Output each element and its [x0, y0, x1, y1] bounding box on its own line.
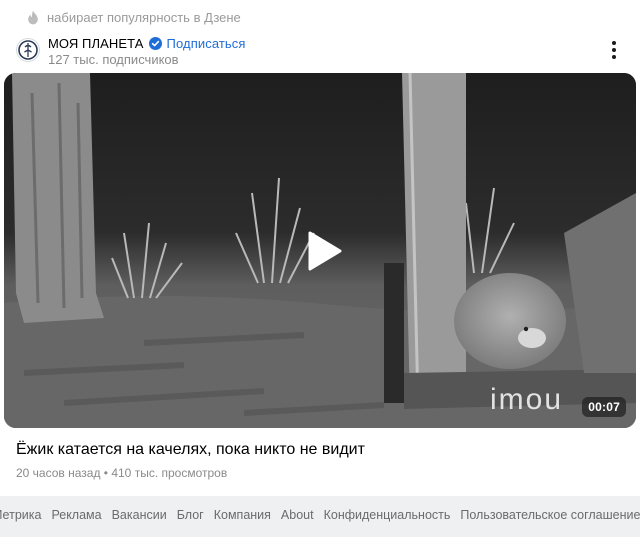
camera-watermark: imou	[490, 383, 563, 416]
video-title[interactable]: Ёжик катается на качелях, пока никто не …	[16, 441, 365, 459]
video-player[interactable]: imou 00:07	[4, 73, 636, 428]
trending-text: набирает популярность в Дзене	[47, 9, 241, 25]
channel-avatar[interactable]	[16, 38, 40, 62]
video-duration: 00:07	[582, 397, 626, 417]
footer-link-vacancies[interactable]: Вакансии	[112, 508, 167, 522]
footer-link-metrika[interactable]: Метрика	[0, 508, 41, 522]
footer-link-advertising[interactable]: Реклама	[51, 508, 101, 522]
post-card: набирает популярность в Дзене МОЯ ПЛАНЕТ…	[0, 0, 640, 496]
footer-link-blog[interactable]: Блог	[177, 508, 204, 522]
flame-icon	[28, 10, 38, 24]
video-meta: 20 часов назад • 410 тыс. просмотров	[16, 466, 228, 480]
footer-link-company[interactable]: Компания	[214, 508, 271, 522]
more-options-icon[interactable]	[604, 38, 624, 62]
subscriber-count: 127 тыс. подписчиков	[48, 52, 179, 67]
trending-label: набирает популярность в Дзене	[27, 8, 241, 26]
footer-link-about[interactable]: About	[281, 508, 314, 522]
footer-links: Метрика Реклама Вакансии Блог Компания A…	[0, 508, 640, 522]
footer-link-privacy[interactable]: Конфиденциальность	[324, 508, 451, 522]
channel-logo-icon	[18, 40, 38, 60]
subscribe-link[interactable]: Подписаться	[167, 36, 246, 51]
channel-header: МОЯ ПЛАНЕТА Подписаться 127 тыс. подписч…	[16, 36, 624, 68]
verified-badge-icon	[148, 37, 162, 50]
play-icon[interactable]	[306, 231, 342, 271]
footer-link-terms[interactable]: Пользовательское соглашение	[460, 508, 640, 522]
footer: Метрика Реклама Вакансии Блог Компания A…	[0, 496, 640, 537]
channel-name[interactable]: МОЯ ПЛАНЕТА	[48, 36, 144, 51]
channel-name-row: МОЯ ПЛАНЕТА Подписаться	[48, 36, 246, 51]
